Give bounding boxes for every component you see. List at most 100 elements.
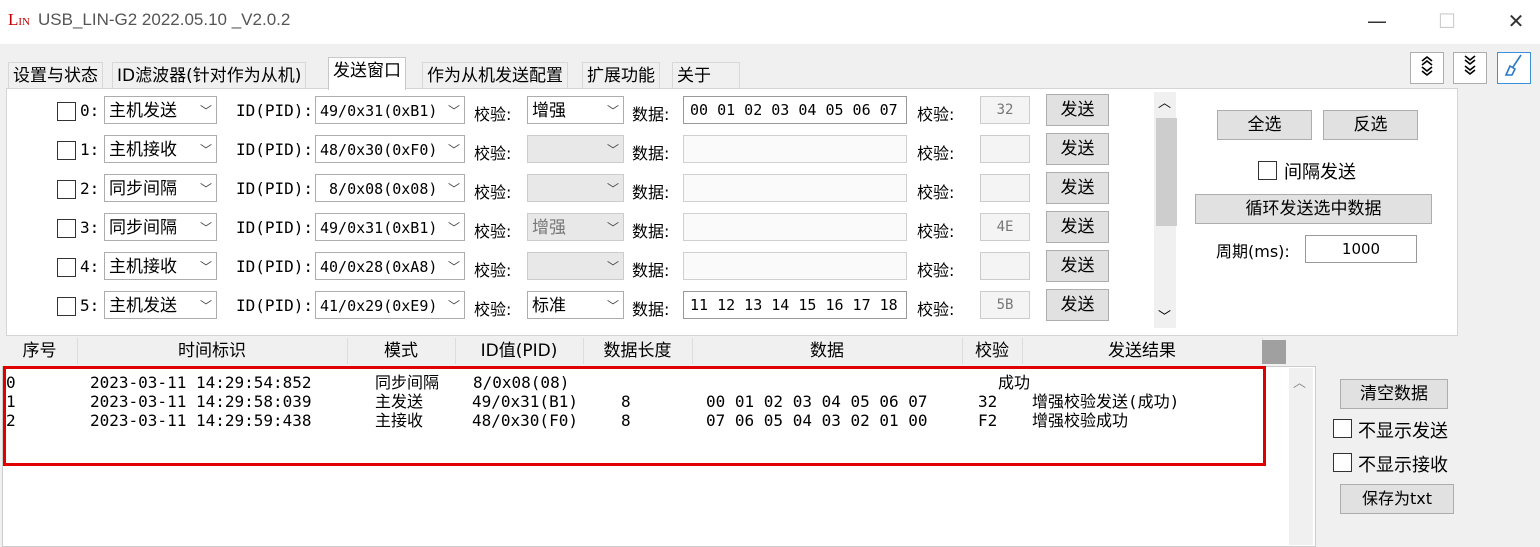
check-label: 校验: xyxy=(474,222,512,241)
collapse-icon[interactable] xyxy=(1453,52,1487,84)
row-index: 3: xyxy=(80,218,100,237)
id-select[interactable]: 8/0x08(0x08) ﹀ xyxy=(315,174,465,202)
row-checkbox[interactable] xyxy=(57,258,76,277)
row-checkbox[interactable] xyxy=(57,219,76,238)
checksum-label: 校验: xyxy=(917,261,955,280)
row-checkbox[interactable] xyxy=(57,102,76,121)
id-select[interactable]: 40/0x28(0xA8) ﹀ xyxy=(315,252,465,280)
mode-select[interactable]: 主机发送 ﹀ xyxy=(104,291,217,319)
id-select[interactable]: 48/0x30(0xF0) ﹀ xyxy=(315,135,465,163)
send-button[interactable]: 发送 xyxy=(1046,94,1109,126)
checksum-label: 校验: xyxy=(917,222,955,241)
tab-settings-status[interactable]: 设置与状态 xyxy=(8,62,103,89)
log-column-header[interactable]: 数据长度 xyxy=(583,338,693,364)
tab-id-filter[interactable]: ID滤波器(针对作为从机) xyxy=(112,62,307,89)
mode-select[interactable]: 主机接收 ﹀ xyxy=(104,252,217,280)
log-column-header[interactable]: 模式 xyxy=(347,338,456,364)
log-column-header[interactable]: 发送结果 xyxy=(1022,338,1263,364)
log-column-header[interactable]: 校验 xyxy=(962,338,1023,364)
check-type-select[interactable]: 增强 ﹀ xyxy=(527,213,624,241)
send-button[interactable]: 发送 xyxy=(1046,289,1109,321)
scroll-thumb[interactable] xyxy=(1156,118,1177,226)
check-type-select[interactable]: ﹀ xyxy=(527,174,624,202)
row-checkbox[interactable] xyxy=(57,141,76,160)
data-input[interactable] xyxy=(683,174,907,202)
chevron-down-icon: ﹀ xyxy=(606,143,619,157)
invert-selection-button[interactable]: 反选 xyxy=(1323,110,1418,140)
chevron-down-icon: ﹀ xyxy=(199,143,212,157)
check-type-select[interactable]: ﹀ xyxy=(527,252,624,280)
chevron-down-icon: ﹀ xyxy=(606,182,619,196)
chevron-down-icon: ﹀ xyxy=(199,260,212,274)
save-txt-button[interactable]: 保存为txt xyxy=(1340,484,1454,514)
hide-send-checkbox[interactable] xyxy=(1333,419,1352,438)
row-index: 5: xyxy=(80,296,100,315)
check-label: 校验: xyxy=(474,261,512,280)
data-label: 数据: xyxy=(632,300,670,319)
tab-about[interactable]: 关于 xyxy=(672,62,740,89)
data-input[interactable]: 11 12 13 14 15 16 17 18 xyxy=(683,291,907,319)
row-checkbox[interactable] xyxy=(57,297,76,316)
tab-send-window[interactable]: 发送窗口 xyxy=(328,57,406,90)
chevron-down-icon: ﹀ xyxy=(199,221,212,235)
check-type-select[interactable]: 标准 ﹀ xyxy=(527,291,624,319)
tab-extensions[interactable]: 扩展功能 xyxy=(582,62,660,89)
mode-select[interactable]: 同步间隔 ﹀ xyxy=(104,213,217,241)
check-type-select[interactable]: ﹀ xyxy=(527,135,624,163)
log-scrollbar[interactable] xyxy=(1289,368,1313,545)
scroll-down-icon[interactable]: ﹀ xyxy=(1158,306,1171,325)
id-label: ID(PID): xyxy=(236,218,314,237)
period-input[interactable]: 1000 xyxy=(1305,235,1417,263)
row-index: 2: xyxy=(80,179,100,198)
checksum-value: 4E xyxy=(980,213,1030,241)
send-button[interactable]: 发送 xyxy=(1046,172,1109,204)
highlight-box xyxy=(3,366,1266,466)
data-input[interactable] xyxy=(683,252,907,280)
data-input[interactable]: 00 01 02 03 04 05 06 07 xyxy=(683,96,907,124)
chevron-down-icon: ﹀ xyxy=(199,299,212,313)
tab-slave-config[interactable]: 作为从机发送配置 xyxy=(422,62,568,89)
mode-select[interactable]: 主机接收 ﹀ xyxy=(104,135,217,163)
data-label: 数据: xyxy=(632,144,670,163)
header-corner xyxy=(1262,340,1286,364)
id-select[interactable]: 49/0x31(0xB1) ﹀ xyxy=(315,213,465,241)
loop-send-button[interactable]: 循环发送选中数据 xyxy=(1195,194,1432,224)
log-scroll-up-icon[interactable]: ︿ xyxy=(1293,372,1306,391)
expand-icon[interactable] xyxy=(1410,52,1444,84)
check-type-select[interactable]: 增强 ﹀ xyxy=(527,96,624,124)
check-label: 校验: xyxy=(474,144,512,163)
minimize-button[interactable]: — xyxy=(1357,6,1397,36)
checksum-value xyxy=(980,135,1030,163)
brush-icon[interactable] xyxy=(1497,52,1531,84)
interval-send-checkbox[interactable] xyxy=(1258,161,1277,180)
id-select[interactable]: 41/0x29(0xE9) ﹀ xyxy=(315,291,465,319)
log-column-header[interactable]: ID值(PID) xyxy=(455,338,584,364)
clear-data-button[interactable]: 清空数据 xyxy=(1340,379,1448,409)
close-button[interactable]: ✕ xyxy=(1496,6,1536,36)
maximize-button[interactable]: ☐ xyxy=(1427,6,1467,36)
id-label: ID(PID): xyxy=(236,140,314,159)
send-button[interactable]: 发送 xyxy=(1046,211,1109,243)
row-checkbox[interactable] xyxy=(57,180,76,199)
mode-select[interactable]: 同步间隔 ﹀ xyxy=(104,174,217,202)
chevron-down-icon: ﹀ xyxy=(447,104,460,118)
row-index: 1: xyxy=(80,140,100,159)
chevron-down-icon: ﹀ xyxy=(447,143,460,157)
log-column-header[interactable]: 序号 xyxy=(2,338,78,364)
send-button[interactable]: 发送 xyxy=(1046,133,1109,165)
check-label: 校验: xyxy=(474,300,512,319)
log-column-header[interactable]: 时间标识 xyxy=(77,338,348,364)
data-input[interactable] xyxy=(683,135,907,163)
scroll-up-icon[interactable]: ︿ xyxy=(1158,92,1171,111)
log-column-header[interactable]: 数据 xyxy=(692,338,963,364)
data-label: 数据: xyxy=(632,222,670,241)
send-button[interactable]: 发送 xyxy=(1046,250,1109,282)
checksum-label: 校验: xyxy=(917,183,955,202)
id-select[interactable]: 49/0x31(0xB1) ﹀ xyxy=(315,96,465,124)
id-label: ID(PID): xyxy=(236,296,314,315)
mode-select[interactable]: 主机发送 ﹀ xyxy=(104,96,217,124)
checksum-value: 32 xyxy=(980,96,1030,124)
data-input[interactable] xyxy=(683,213,907,241)
hide-recv-checkbox[interactable] xyxy=(1333,453,1352,472)
select-all-button[interactable]: 全选 xyxy=(1217,110,1312,140)
